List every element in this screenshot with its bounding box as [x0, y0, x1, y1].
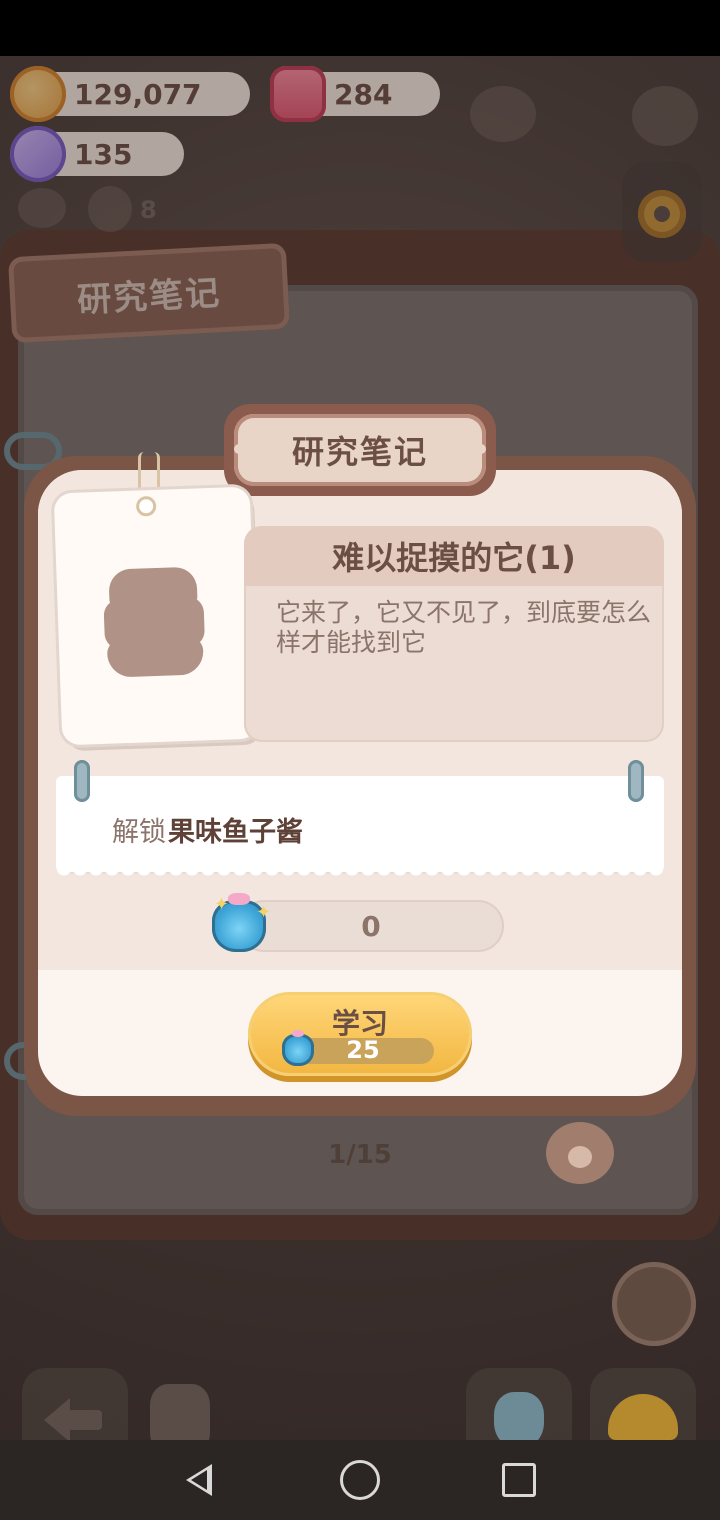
strip-pin — [74, 760, 90, 802]
tag-hole — [135, 495, 157, 517]
note-info-panel: 难以捉摸的它(1) 它来了，它又不见了，到底要怎么样才能找到它 — [244, 526, 664, 742]
nav-recent-apps-icon[interactable] — [502, 1463, 536, 1497]
paw-icon[interactable] — [546, 1122, 614, 1184]
sparkle-icon: ✦ — [214, 894, 230, 915]
character-avatar-button[interactable] — [612, 1262, 696, 1346]
sparkle-icon: ✦ — [256, 902, 272, 923]
back-arrow-icon — [44, 1398, 104, 1442]
plaque-rivet — [476, 444, 486, 454]
strip-pin — [628, 760, 644, 802]
plaque-rivet — [234, 444, 244, 454]
note-description: 它来了，它又不见了，到底要怎么样才能找到它 — [276, 598, 652, 657]
status-bar — [0, 0, 720, 56]
mystery-item-tag — [53, 486, 259, 746]
gem-bag-icon — [282, 1029, 314, 1066]
unlock-text: 解锁果味鱼子酱 — [112, 810, 303, 849]
study-button[interactable]: 学习 25 — [248, 992, 472, 1076]
hard-hat-icon — [608, 1394, 678, 1440]
dialog-title: 研究笔记 — [234, 414, 486, 486]
gem-progress-bar: 0 — [238, 900, 504, 952]
navigation-bar — [0, 1440, 720, 1520]
note-title: 难以捉摸的它(1) — [244, 526, 664, 586]
nav-home-icon[interactable] — [340, 1460, 380, 1500]
unlock-prefix: 解锁 — [112, 817, 166, 848]
dialog-title-plaque: 研究笔记 — [224, 404, 496, 496]
gem-progress-value: 0 — [361, 909, 381, 943]
page-indicator: 1/15 — [328, 1140, 392, 1170]
mystery-silhouette-icon — [102, 566, 206, 679]
unlock-item-name: 果味鱼子酱 — [168, 817, 303, 848]
nav-back-icon[interactable] — [180, 1460, 220, 1500]
